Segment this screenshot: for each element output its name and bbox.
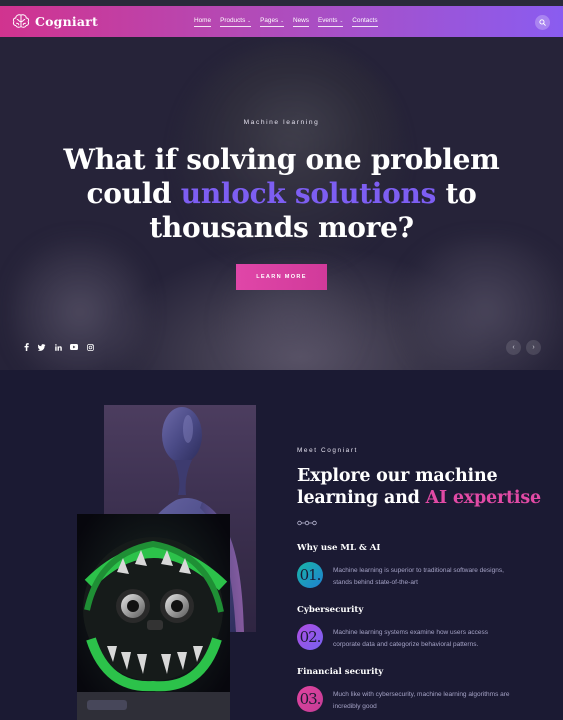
about-section: Meet Cogniart Explore our machine learni… xyxy=(0,370,563,720)
feature-number-badge: 01. xyxy=(297,562,323,588)
feature-description: Machine learning is superior to traditio… xyxy=(333,567,504,586)
feature-title: Cybersecurity xyxy=(297,605,364,615)
twitter-icon[interactable] xyxy=(38,343,46,351)
nav-item-events[interactable]: Events ⌄ xyxy=(317,17,344,27)
nav-item-products[interactable]: Products ⌄ xyxy=(220,17,252,27)
helmet-image xyxy=(77,514,230,720)
nav-item-news[interactable]: News xyxy=(292,17,309,27)
feature-item: Cybersecurity 02. Machine learning syste… xyxy=(297,605,537,650)
feature-description: Much like with cybersecurity, machine le… xyxy=(333,691,510,710)
nav-item-contacts[interactable]: Contacts xyxy=(352,17,378,27)
search-icon xyxy=(539,19,546,26)
hero-section: Machine learning What if solving one pro… xyxy=(0,37,563,370)
logo-link[interactable]: Cogniart xyxy=(12,13,98,29)
main-nav: Home Products ⌄ Pages ⌄ News Events ⌄ Conta… xyxy=(194,17,387,27)
divider-dots-icon xyxy=(297,520,317,526)
feature-item: Why use ML & AI 01. Machine learning is … xyxy=(297,543,537,588)
feature-number: 01. xyxy=(299,566,322,584)
hero-prev-button[interactable]: ‹ xyxy=(506,340,521,355)
hero-headline: What if solving one problem could unlock… xyxy=(60,143,503,245)
feature-description: Machine learning systems examine how use… xyxy=(333,629,488,648)
about-title: Explore our machine learning and AI expe… xyxy=(297,465,547,509)
about-eyebrow: Meet Cogniart xyxy=(297,447,358,454)
chevron-right-icon: › xyxy=(532,344,535,351)
nav-label: Home xyxy=(194,17,212,24)
chevron-down-icon: ⌄ xyxy=(247,17,252,23)
nav-item-pages[interactable]: Pages ⌄ xyxy=(260,17,284,27)
nav-label: News xyxy=(292,17,309,24)
learn-more-button[interactable]: LEARN MORE xyxy=(236,264,327,290)
brain-logo-icon xyxy=(12,14,30,28)
chevron-down-icon: ⌄ xyxy=(339,17,344,23)
youtube-icon[interactable] xyxy=(70,343,78,351)
feature-title: Financial security xyxy=(297,667,384,677)
feature-title: Why use ML & AI xyxy=(297,543,381,553)
nav-item-home[interactable]: Home xyxy=(194,17,212,27)
about-title-accent: AI expertise xyxy=(425,488,542,508)
facebook-icon[interactable] xyxy=(22,343,30,351)
hero-next-button[interactable]: › xyxy=(526,340,541,355)
feature-number-badge: 03. xyxy=(297,686,323,712)
nav-label: Pages xyxy=(260,17,279,24)
feature-number-badge: 02. xyxy=(297,624,323,650)
instagram-icon[interactable] xyxy=(86,343,94,351)
chevron-left-icon: ‹ xyxy=(512,344,515,351)
headline-accent: unlock solutions xyxy=(180,177,437,210)
feature-number: 03. xyxy=(299,690,322,708)
site-header: Cogniart Home Products ⌄ Pages ⌄ News Even… xyxy=(0,6,563,37)
social-links xyxy=(22,343,94,351)
brand-name: Cogniart xyxy=(35,13,98,29)
feature-item: Financial security 03. Much like with cy… xyxy=(297,667,537,712)
search-button[interactable] xyxy=(535,15,550,30)
hero-eyebrow: Machine learning xyxy=(243,119,320,126)
nav-label: Products xyxy=(220,17,246,24)
feature-number: 02. xyxy=(299,628,322,646)
linkedin-icon[interactable] xyxy=(54,343,62,351)
nav-label: Contacts xyxy=(352,17,378,24)
chevron-down-icon: ⌄ xyxy=(280,17,284,23)
nav-label: Events xyxy=(317,17,338,24)
